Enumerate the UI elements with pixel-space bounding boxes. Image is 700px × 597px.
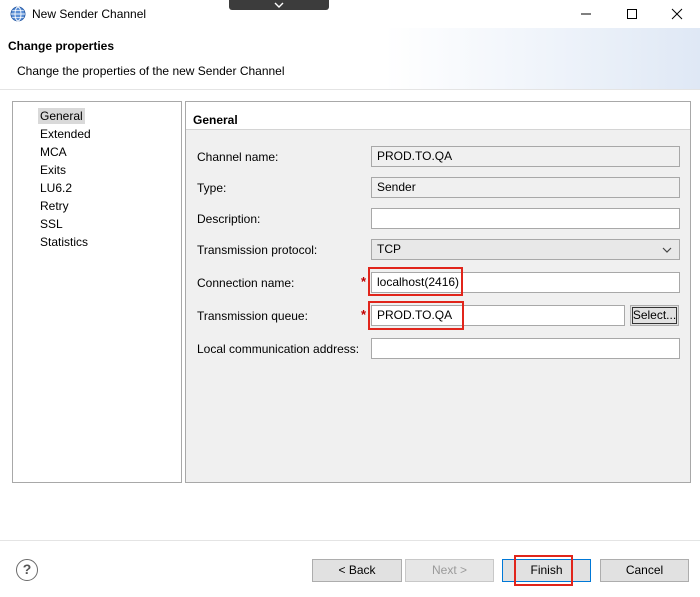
local-address-label: Local communication address: bbox=[197, 342, 360, 356]
select-button-label: Select... bbox=[632, 308, 677, 322]
connection-name-input[interactable]: localhost(2416) bbox=[371, 272, 680, 293]
nav-item-retry[interactable]: Retry bbox=[38, 198, 71, 214]
transmission-protocol-select[interactable]: TCP bbox=[371, 239, 680, 260]
maximize-icon bbox=[627, 9, 637, 19]
finish-button[interactable]: Finish bbox=[502, 559, 591, 582]
select-queue-button[interactable]: Select... bbox=[630, 305, 679, 326]
minimize-icon bbox=[581, 13, 591, 15]
nav-item-ssl[interactable]: SSL bbox=[38, 216, 65, 232]
chevron-down-icon bbox=[662, 247, 672, 253]
wizard-header: Change properties Change the properties … bbox=[0, 28, 700, 90]
type-field: Sender bbox=[371, 177, 680, 198]
transmission-queue-label: Transmission queue: bbox=[197, 309, 308, 323]
transmission-protocol-value: TCP bbox=[377, 242, 401, 256]
description-input[interactable] bbox=[371, 208, 680, 229]
nav-item-general[interactable]: General bbox=[38, 108, 85, 124]
nav-item-exits[interactable]: Exits bbox=[38, 162, 68, 178]
back-button[interactable]: < Back bbox=[312, 559, 402, 582]
chevron-down-icon bbox=[274, 2, 284, 8]
header-title: Change properties bbox=[8, 39, 115, 53]
local-address-input[interactable] bbox=[371, 338, 680, 359]
next-button[interactable]: Next > bbox=[405, 559, 494, 582]
maximize-button[interactable] bbox=[609, 0, 655, 28]
nav-item-statistics[interactable]: Statistics bbox=[38, 234, 90, 250]
close-icon bbox=[671, 8, 683, 20]
channel-name-label: Channel name: bbox=[197, 150, 279, 164]
description-label: Description: bbox=[197, 212, 261, 226]
channel-name-field: PROD.TO.QA bbox=[371, 146, 680, 167]
nav-item-mca[interactable]: MCA bbox=[38, 144, 69, 160]
connection-name-label: Connection name: bbox=[197, 276, 295, 290]
nav-item-lu62[interactable]: LU6.2 bbox=[38, 180, 74, 196]
transmission-protocol-label: Transmission protocol: bbox=[197, 243, 318, 257]
property-nav-tree: General Extended MCA Exits LU6.2 Retry S… bbox=[12, 101, 182, 483]
minimize-button[interactable] bbox=[563, 0, 609, 28]
window-title: New Sender Channel bbox=[32, 7, 147, 21]
required-marker: * bbox=[361, 274, 367, 289]
cancel-button[interactable]: Cancel bbox=[600, 559, 689, 582]
collapse-tab[interactable] bbox=[229, 0, 329, 10]
type-label: Type: bbox=[197, 181, 227, 195]
section-title: General bbox=[193, 113, 238, 127]
globe-icon bbox=[10, 6, 26, 22]
header-description: Change the properties of the new Sender … bbox=[17, 64, 285, 78]
close-button[interactable] bbox=[654, 0, 700, 28]
transmission-queue-input[interactable]: PROD.TO.QA bbox=[371, 305, 625, 326]
general-properties-panel: General Channel name: PROD.TO.QA Type: S… bbox=[185, 101, 691, 483]
help-icon[interactable]: ? bbox=[16, 559, 38, 581]
footer-separator bbox=[0, 540, 700, 541]
required-marker: * bbox=[361, 307, 367, 322]
nav-item-extended[interactable]: Extended bbox=[38, 126, 93, 142]
section-header: General bbox=[186, 102, 690, 130]
title-bar: New Sender Channel bbox=[0, 0, 700, 28]
